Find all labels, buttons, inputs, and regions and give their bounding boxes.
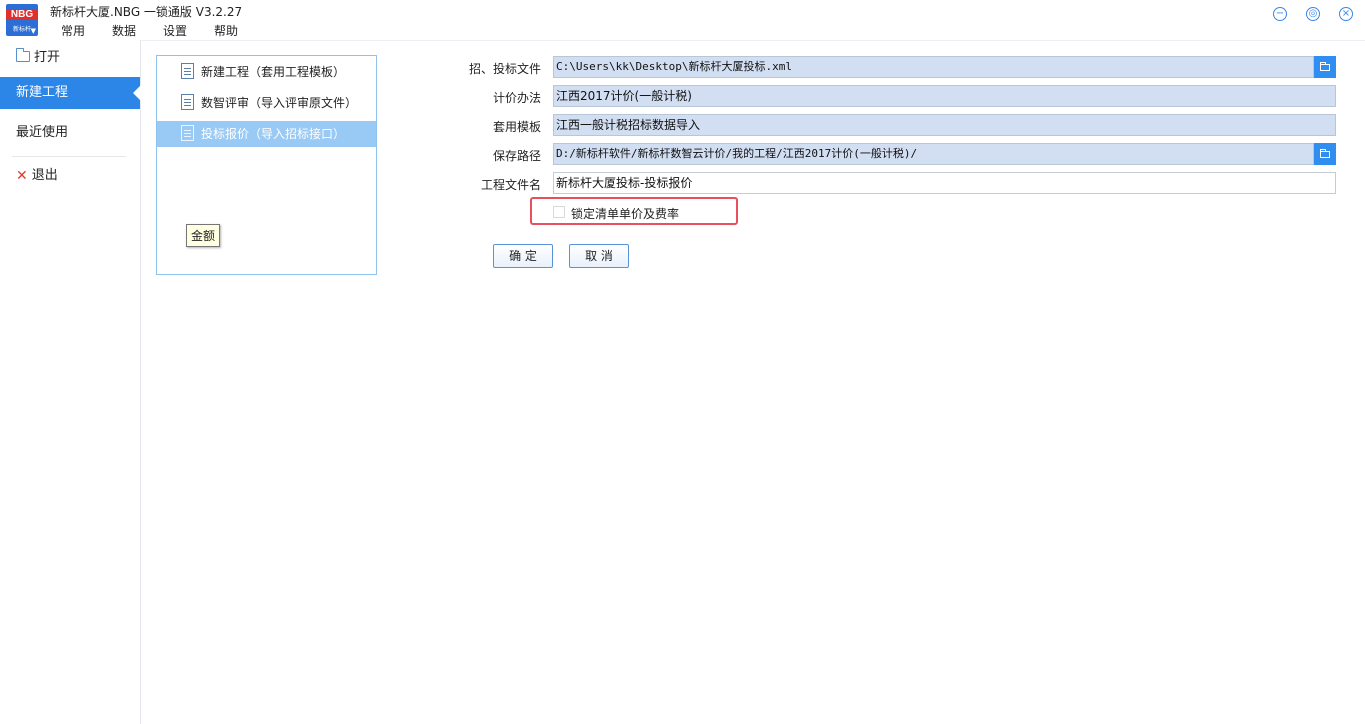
ok-button[interactable]: 确 定 (493, 244, 553, 268)
folder-icon (16, 48, 30, 62)
close-icon: ✕ (16, 168, 28, 184)
save-path-field[interactable]: D:/新标杆软件/新标杆数智云计价/我的工程/江西2017计价(一般计税)/ (553, 143, 1314, 165)
app-logo[interactable]: NBG 新标杆 ▼ (6, 4, 38, 36)
menu-common[interactable]: 常用 (61, 22, 85, 39)
sidebar-item-label: 新建工程 (16, 85, 69, 100)
document-icon (181, 94, 194, 110)
close-icon: × (1341, 8, 1351, 19)
tender-file-field[interactable]: C:\Users\kk\Desktop\新标杆大厦投标.xml (553, 56, 1314, 78)
sidebar-item-recent[interactable]: 最近使用 (0, 117, 140, 149)
lock-price-label[interactable]: 锁定清单单价及费率 (571, 205, 679, 222)
minimize-icon: − (1275, 8, 1285, 19)
project-file-name-input[interactable]: 新标杆大厦投标-投标报价 (553, 172, 1336, 194)
close-button[interactable]: × (1339, 7, 1353, 21)
restore-button[interactable]: ◎ (1306, 7, 1320, 21)
template-item-label: 新建工程（套用工程模板） (201, 65, 346, 79)
minimize-button[interactable]: − (1273, 7, 1287, 21)
document-icon (181, 63, 194, 79)
browse-save-path-button[interactable] (1314, 143, 1336, 165)
template-item-new-project[interactable]: 新建工程（套用工程模板） (157, 59, 376, 85)
project-file-name-label: 工程文件名 (480, 178, 541, 192)
window-title: 新标杆大厦.NBG 一锁通版 V3.2.27 (50, 5, 243, 19)
pricing-method-field[interactable]: 江西2017计价(一般计税) (553, 85, 1336, 107)
restore-icon: ◎ (1308, 8, 1318, 19)
sidebar-item-label: 打开 (34, 50, 61, 65)
sidebar-item-label: 退出 (31, 168, 58, 183)
template-item-label: 投标报价（导入招标接口） (201, 127, 346, 141)
sidebar-item-open[interactable]: 打开 (0, 42, 140, 74)
logo-text: NBG (6, 9, 38, 20)
save-path-label: 保存路径 (492, 149, 541, 163)
template-item-bid-quote[interactable]: 投标报价（导入招标接口） (157, 121, 376, 147)
tender-file-label: 招、投标文件 (468, 62, 541, 76)
sidebar-item-new-project[interactable]: 新建工程 (0, 77, 141, 109)
template-label: 套用模板 (492, 120, 541, 134)
template-item-label: 数智评审（导入评审原文件） (201, 96, 358, 110)
title-bar: NBG 新标杆 ▼ 新标杆大厦.NBG 一锁通版 V3.2.27 常用 数据 设… (0, 0, 1365, 41)
sidebar-divider (12, 156, 126, 157)
sidebar: 打开 新建工程 最近使用 ✕ 退出 (0, 40, 141, 724)
sidebar-item-label: 最近使用 (16, 125, 69, 140)
sidebar-item-exit[interactable]: ✕ 退出 (0, 160, 140, 192)
tooltip: 金额 (186, 224, 221, 247)
menu-settings[interactable]: 设置 (163, 22, 187, 39)
menu-data[interactable]: 数据 (112, 22, 136, 39)
template-field[interactable]: 江西一般计税招标数据导入 (553, 114, 1336, 136)
menu-help[interactable]: 帮助 (214, 22, 238, 39)
logo-dropdown-icon: ▼ (30, 27, 36, 35)
folder-icon (1320, 149, 1330, 158)
template-item-smart-review[interactable]: 数智评审（导入评审原文件） (157, 90, 376, 116)
lock-price-checkbox[interactable] (553, 206, 565, 218)
cancel-button[interactable]: 取 消 (569, 244, 629, 268)
pricing-method-label: 计价办法 (492, 91, 541, 105)
document-icon (181, 125, 194, 141)
folder-icon (1320, 62, 1330, 71)
browse-tender-file-button[interactable] (1314, 56, 1336, 78)
